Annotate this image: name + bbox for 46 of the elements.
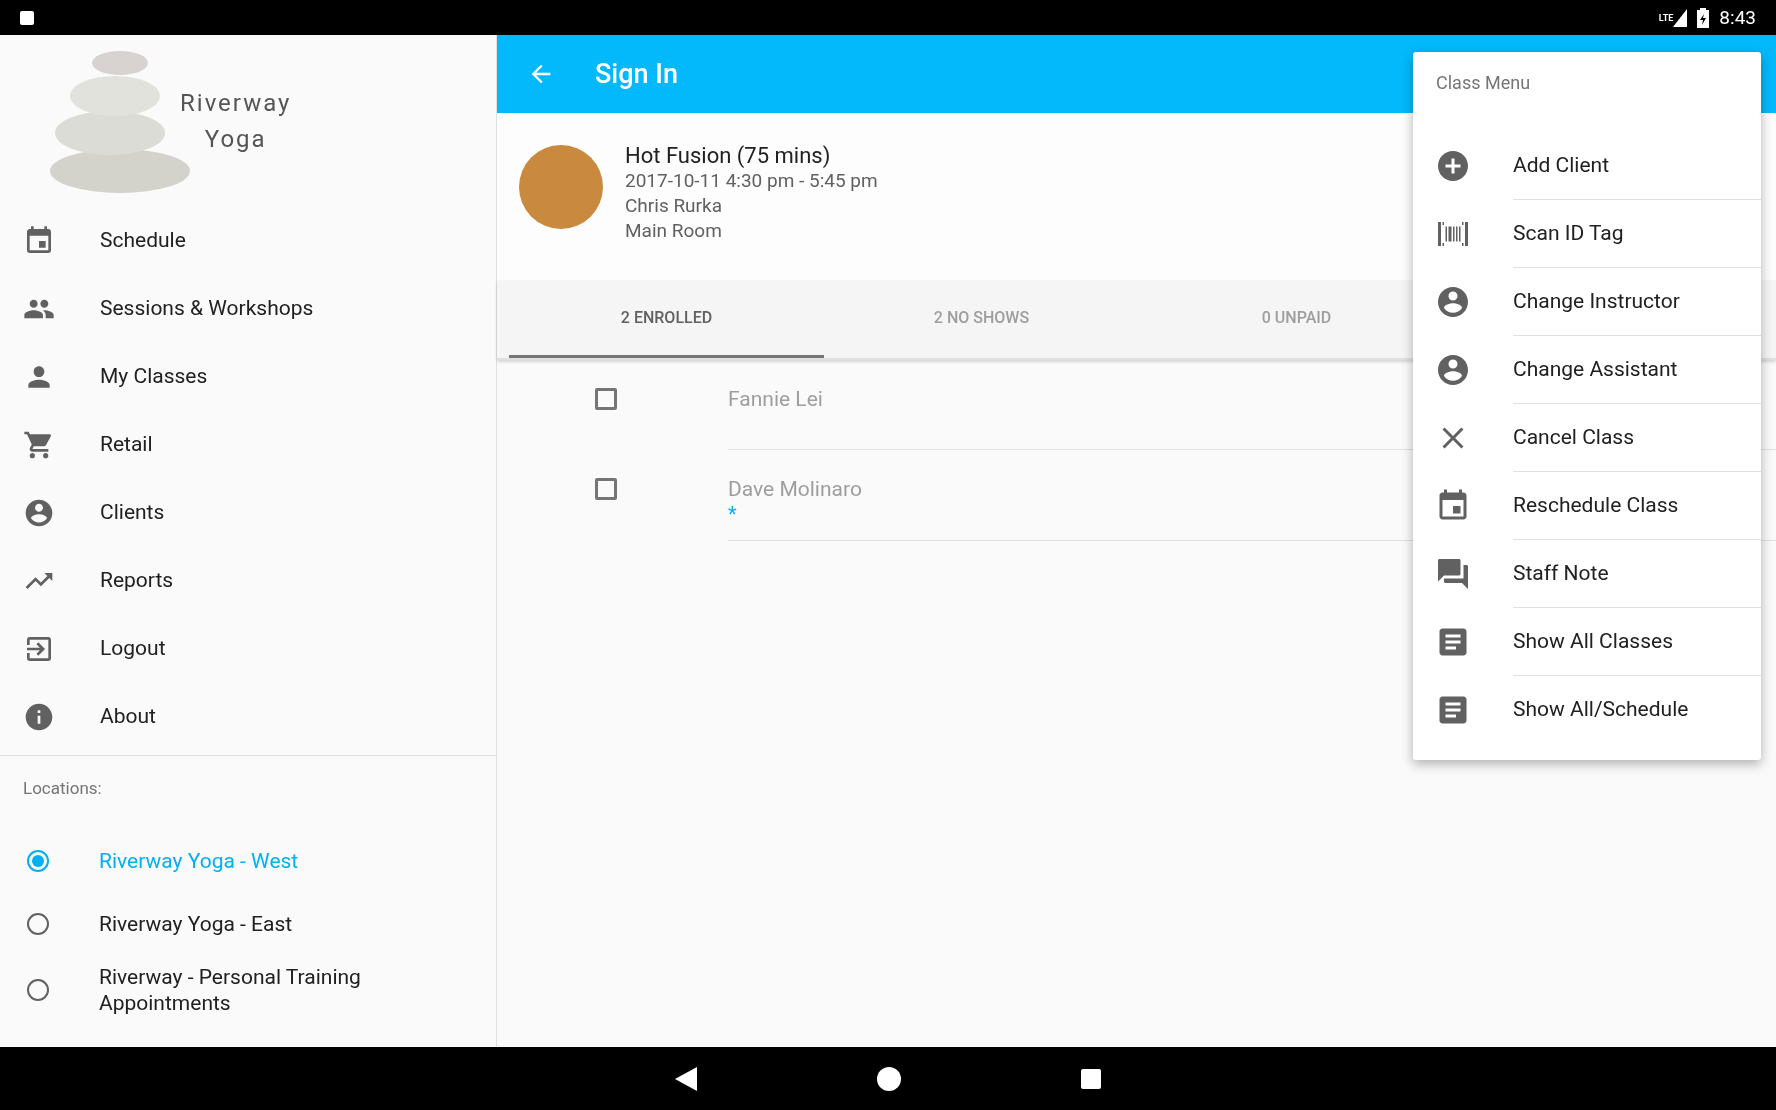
battery-icon xyxy=(1697,7,1710,28)
menu-item[interactable]: Show All Classes xyxy=(1413,608,1761,676)
location-option[interactable]: Riverway Yoga - East xyxy=(0,892,496,956)
drawer-item[interactable]: Schedule xyxy=(0,207,496,275)
room-name: Main Room xyxy=(625,218,723,243)
menu-item[interactable]: Add Client xyxy=(1413,132,1761,200)
class-time: 2017-10-11 4:30 pm - 5:45 pm xyxy=(625,168,878,193)
radio-button[interactable] xyxy=(27,978,49,1001)
drawer-item[interactable]: Sessions & Workshops xyxy=(0,275,496,343)
clock-time: 8:43 xyxy=(1719,8,1756,27)
location-option[interactable]: Riverway - Personal Training Appointments xyxy=(0,955,496,1024)
add-icon xyxy=(1435,148,1471,184)
menu-item[interactable]: Cancel Class xyxy=(1413,404,1761,472)
account-icon xyxy=(1435,352,1471,388)
network-label: LTE xyxy=(1658,13,1674,23)
class-name: Hot Fusion (75 mins) xyxy=(625,143,832,168)
account-icon xyxy=(1435,284,1471,320)
menu-title: Class Menu xyxy=(1436,70,1531,95)
info-icon xyxy=(23,701,55,733)
radio-button[interactable] xyxy=(27,850,49,872)
radio-button[interactable] xyxy=(27,913,49,935)
drawer-item[interactable]: Reports xyxy=(0,547,496,615)
logo-text: Riverway xyxy=(180,88,292,119)
screen-title: Sign In xyxy=(595,56,678,92)
menu-item[interactable]: Staff Note xyxy=(1413,540,1761,608)
drawer-item[interactable]: Logout xyxy=(0,615,496,683)
recents-icon[interactable] xyxy=(1081,1068,1101,1089)
menu-item[interactable]: Reschedule Class xyxy=(1413,472,1761,540)
drawer-item[interactable]: My Classes xyxy=(0,343,496,411)
menu-item[interactable]: Scan ID Tag xyxy=(1413,200,1761,268)
instructor-name: Chris Rurka xyxy=(625,193,723,218)
drawer-item[interactable]: Clients xyxy=(0,479,496,547)
back-icon[interactable] xyxy=(675,1066,697,1091)
menu-item[interactable]: Show All/Schedule xyxy=(1413,676,1761,744)
signal-icon xyxy=(1673,8,1688,27)
asterisk-mark: * xyxy=(728,505,737,522)
checkbox[interactable] xyxy=(594,388,617,410)
locations-heading: Locations: xyxy=(23,777,103,800)
notification-icon xyxy=(20,10,34,25)
tab[interactable]: 2 ENROLLED xyxy=(509,280,824,358)
account-icon xyxy=(23,497,55,529)
checkbox[interactable] xyxy=(594,478,617,500)
home-icon[interactable] xyxy=(877,1066,901,1091)
drawer-item[interactable]: Retail xyxy=(0,411,496,479)
drawer-item[interactable]: About xyxy=(0,683,496,751)
logo-text: Yoga xyxy=(204,124,267,155)
